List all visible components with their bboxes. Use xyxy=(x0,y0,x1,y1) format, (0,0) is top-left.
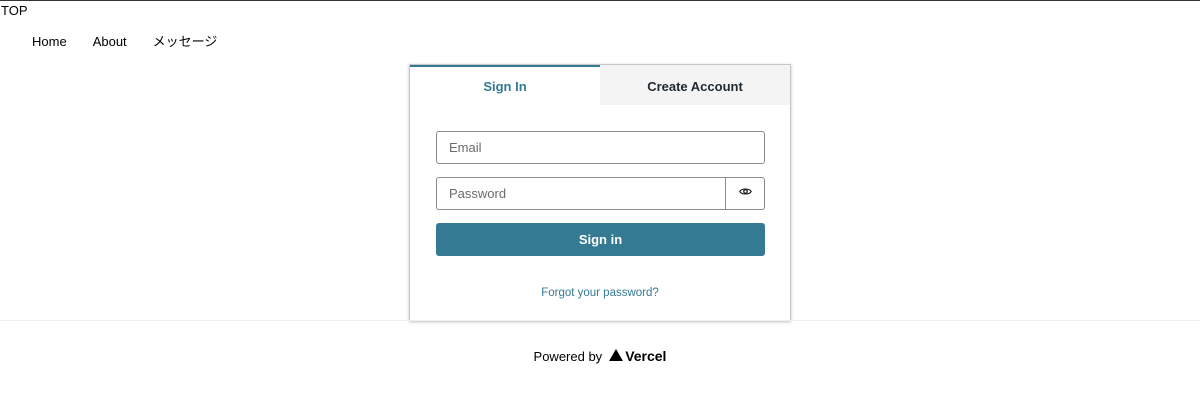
email-field[interactable] xyxy=(436,131,765,164)
triangle-icon xyxy=(609,348,624,364)
password-field[interactable] xyxy=(436,177,725,210)
footer-divider xyxy=(0,320,1200,321)
footer: Powered by Vercel xyxy=(0,348,1200,364)
nav-about[interactable]: About xyxy=(93,34,127,50)
sign-in-form: Sign in xyxy=(436,131,765,256)
nav-message[interactable]: メッセージ xyxy=(153,34,218,50)
sign-in-button[interactable]: Sign in xyxy=(436,223,765,256)
password-row xyxy=(436,177,765,210)
vercel-brand-text: Vercel xyxy=(625,348,667,364)
tab-create-account[interactable]: Create Account xyxy=(600,65,790,105)
eye-icon xyxy=(738,185,752,203)
powered-by-label: Powered by xyxy=(533,348,603,364)
show-password-button[interactable] xyxy=(725,177,765,210)
top-border xyxy=(0,0,1200,1)
tab-sign-in[interactable]: Sign In xyxy=(410,65,600,105)
nav-home[interactable]: Home xyxy=(32,34,67,50)
auth-tabs: Sign In Create Account xyxy=(410,65,790,105)
vercel-logo[interactable]: Vercel xyxy=(609,348,666,364)
auth-card: Sign In Create Account Sign in Forgot yo… xyxy=(409,64,791,321)
page-title: TOP xyxy=(1,3,28,18)
main-nav: Home About メッセージ xyxy=(32,34,217,50)
forgot-password-link[interactable]: Forgot your password? xyxy=(410,287,790,299)
